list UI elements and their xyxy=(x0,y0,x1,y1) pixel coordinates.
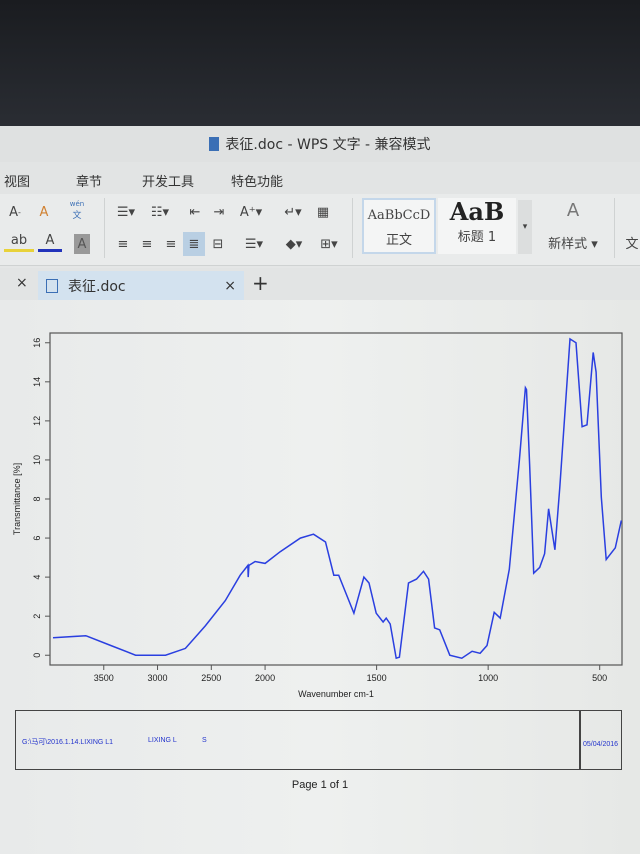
y-axis-label: Transmittance [%] xyxy=(12,463,22,535)
footer-operator: LIXING L xyxy=(148,737,177,744)
footer-divider xyxy=(579,711,581,769)
y-tick-label: 6 xyxy=(32,536,42,541)
x-tick-label: 1000 xyxy=(478,673,498,683)
spectrum-line xyxy=(52,337,623,660)
y-tick-label: 12 xyxy=(32,416,42,426)
y-tick-label: 16 xyxy=(32,338,42,348)
x-tick-label: 500 xyxy=(592,673,607,683)
footer-path: G:\马可\2016.1.14.LIXING L1 xyxy=(22,739,114,746)
y-tick-label: 2 xyxy=(32,614,42,619)
y-tick-label: 14 xyxy=(32,377,42,387)
x-axis-label: Wavenumber cm-1 xyxy=(298,689,374,699)
footer-info-box: G:\马可\2016.1.14.LIXING L1 LIXING L S 05/… xyxy=(15,710,622,770)
footer-date: 05/04/2016 xyxy=(583,741,619,748)
x-tick-label: 2000 xyxy=(255,673,275,683)
y-tick-label: 10 xyxy=(32,455,42,465)
x-tick-label: 3500 xyxy=(94,673,114,683)
x-tick-label: 3000 xyxy=(148,673,168,683)
plot-frame xyxy=(49,332,623,666)
y-tick-label: 8 xyxy=(32,496,42,501)
footer-code: S xyxy=(202,737,207,744)
y-tick-label: 0 xyxy=(32,653,42,658)
page-number: Page 1 of 1 xyxy=(291,779,349,791)
y-tick-label: 4 xyxy=(32,575,42,580)
x-tick-label: 1500 xyxy=(367,673,387,683)
x-tick-label: 2500 xyxy=(201,673,221,683)
